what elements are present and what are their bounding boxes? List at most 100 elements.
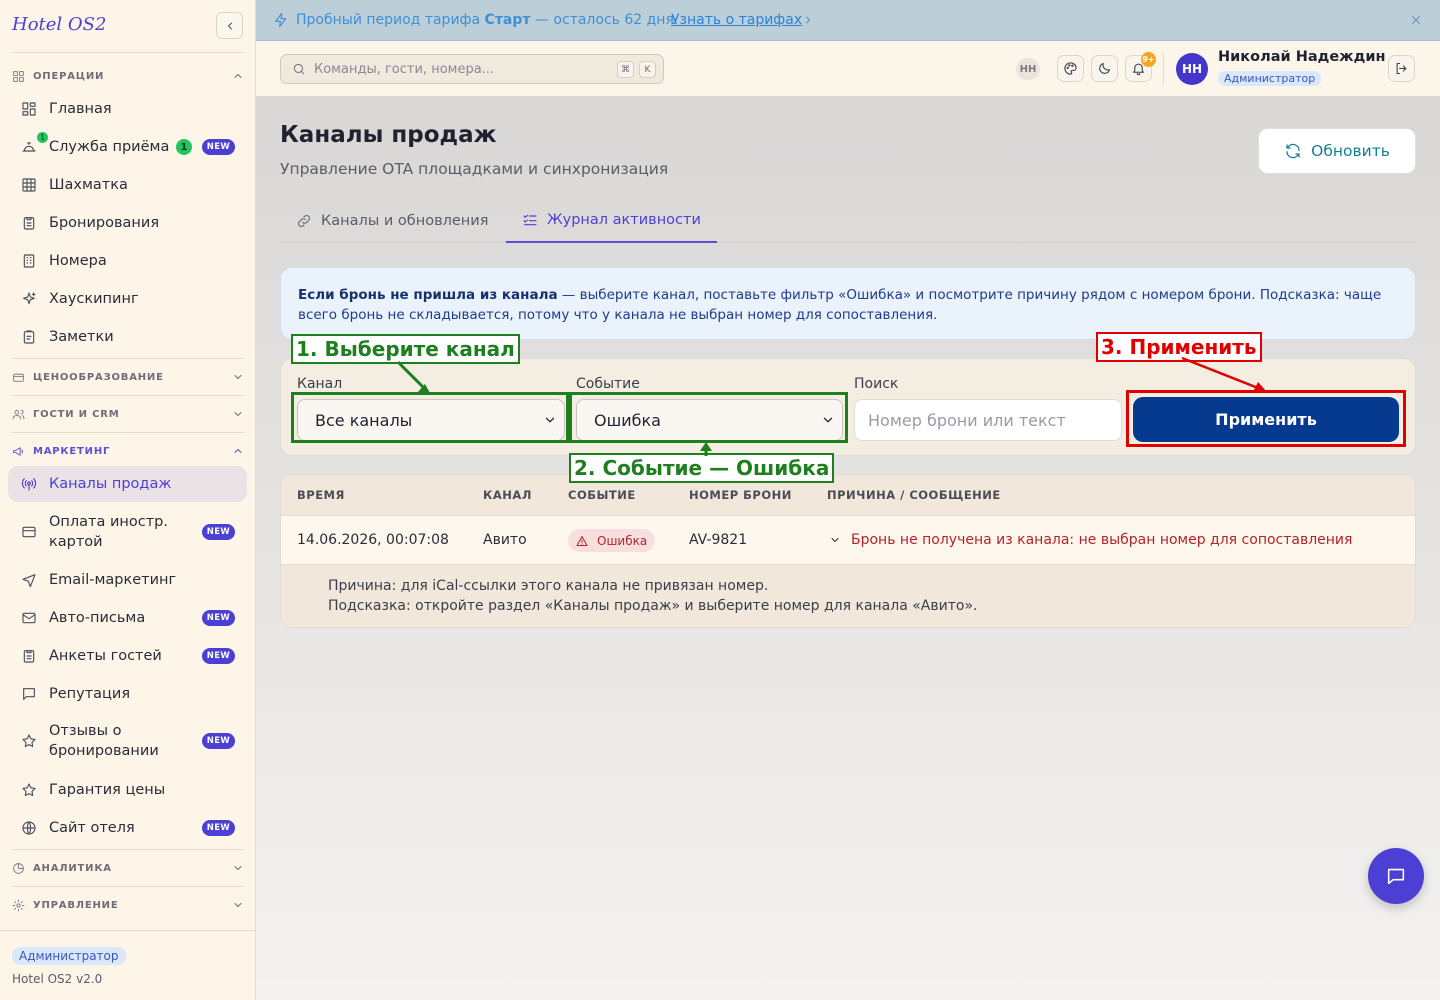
annotation-box-apply: [1126, 390, 1406, 447]
column-header: ПРИЧИНА / СООБЩЕНИЕ: [827, 488, 1001, 502]
gear-icon: [12, 899, 25, 912]
sidebar-item-label: Главная: [49, 101, 112, 117]
logout-icon: [1394, 61, 1410, 76]
channel-label: Канал: [297, 376, 343, 392]
logout-button[interactable]: [1388, 55, 1415, 82]
topbar-divider: [1163, 53, 1164, 85]
count-badge: 1: [176, 139, 192, 155]
sidebar-item-label: Репутация: [49, 686, 131, 702]
link-icon: [296, 213, 312, 229]
booking-search-input[interactable]: Номер брони или текст: [854, 399, 1122, 441]
note-icon: [21, 329, 37, 345]
new-badge: NEW: [201, 139, 235, 155]
cell-channel: Авито: [483, 532, 527, 548]
notification-dot: 1: [37, 132, 48, 143]
section-operations[interactable]: ОПЕРАЦИИ: [12, 67, 244, 85]
sidebar-divider: [12, 849, 244, 850]
sidebar-item-booking-reviews[interactable]: Отзывы о бронировании NEW: [8, 721, 247, 761]
sidebar-item-auto-letters[interactable]: Авто-письма NEW: [8, 605, 247, 631]
bell-desk-icon: [21, 139, 37, 155]
avatar[interactable]: НН: [1176, 53, 1208, 85]
brand-logo[interactable]: Hotel OS2: [12, 14, 106, 35]
user-initials-small[interactable]: НН: [1016, 58, 1040, 80]
sidebar-item-chessboard[interactable]: Шахматка: [8, 172, 247, 198]
table-row[interactable]: 14.06.2026, 00:07:08 Авито Ошибка AV-982…: [281, 515, 1415, 565]
trial-banner: Пробный период тарифа Старт — осталось 6…: [256, 0, 1440, 41]
message-icon: [21, 686, 37, 702]
sidebar-item-label: Сайт отеля: [49, 820, 135, 836]
refresh-label: Обновить: [1311, 142, 1390, 160]
chevron-down-icon[interactable]: [829, 534, 841, 546]
role-badge: Администратор: [12, 947, 126, 965]
column-header: ВРЕМЯ: [297, 488, 345, 502]
sidebar-item-notes[interactable]: Заметки: [8, 324, 247, 350]
plans-link[interactable]: Узнать о тарифах: [671, 12, 802, 28]
search-placeholder: Команды, гости, номера...: [314, 61, 495, 77]
tab-activity-log[interactable]: Журнал активности: [506, 199, 717, 243]
user-role-badge: Администратор: [1218, 71, 1322, 86]
chevron-right-icon: [802, 14, 814, 26]
radio-icon: [21, 476, 37, 492]
tabs: Каналы и обновления Журнал активности: [280, 199, 1416, 243]
moon-icon: [1097, 61, 1113, 76]
column-header: НОМЕР БРОНИ: [689, 488, 792, 502]
globe-icon: [21, 820, 37, 836]
section-marketing[interactable]: МАРКЕТИНГ: [12, 442, 244, 460]
sidebar-item-label: Шахматка: [49, 177, 128, 193]
chat-icon: [1385, 865, 1407, 887]
close-icon[interactable]: [1409, 13, 1423, 27]
refresh-button[interactable]: Обновить: [1258, 128, 1416, 174]
kbd-k: K: [639, 61, 656, 78]
sidebar-item-email-marketing[interactable]: Email-маркетинг: [8, 567, 247, 593]
sidebar-item-foreign-card[interactable]: Оплата иностр. картой NEW: [8, 512, 247, 552]
topbar: Команды, гости, номера... ⌘ K НН 9+ НН Н…: [256, 41, 1440, 97]
sidebar-item-label: Номера: [49, 253, 107, 269]
search-label: Поиск: [854, 376, 899, 392]
chevron-down-icon: [232, 862, 244, 874]
detail-reason: Причина: для iCal-ссылки этого канала не…: [328, 578, 769, 594]
column-header: СОБЫТИЕ: [568, 488, 636, 502]
command-search[interactable]: Команды, гости, номера... ⌘ K: [280, 54, 664, 84]
sidebar-item-rooms[interactable]: Номера: [8, 248, 247, 274]
annotation-step-3: 3. Применить: [1096, 332, 1262, 362]
sidebar-divider: [12, 395, 244, 396]
dashboard-icon: [21, 101, 37, 117]
section-label: УПРАВЛЕНИЕ: [33, 899, 119, 911]
page-title: Каналы продаж: [280, 122, 497, 148]
sidebar-item-hotel-site[interactable]: Сайт отеля NEW: [8, 815, 247, 841]
sidebar-item-sales-channels[interactable]: Каналы продаж: [8, 466, 247, 502]
sidebar-item-reputation[interactable]: Репутация: [8, 681, 247, 707]
sidebar-item-label: Email-маркетинг: [49, 572, 177, 588]
activity-table: ВРЕМЯ КАНАЛ СОБЫТИЕ НОМЕР БРОНИ ПРИЧИНА …: [280, 474, 1416, 628]
section-label: МАРКЕТИНГ: [33, 445, 111, 457]
booking-search-placeholder: Номер брони или текст: [868, 410, 1066, 430]
tab-channels[interactable]: Каналы и обновления: [280, 199, 504, 243]
annotation-box-channel: [291, 392, 569, 443]
users-icon: [12, 408, 25, 421]
dark-mode-button[interactable]: [1091, 55, 1118, 82]
section-management[interactable]: УПРАВЛЕНИЕ: [12, 896, 244, 914]
new-badge: NEW: [201, 610, 235, 626]
chat-button[interactable]: [1368, 848, 1424, 904]
sidebar-item-front-desk[interactable]: 1 Служба приёма 1 NEW: [8, 132, 247, 160]
chart-icon: [12, 862, 25, 875]
theme-palette-button[interactable]: [1057, 55, 1084, 82]
section-analytics[interactable]: АНАЛИТИКА: [12, 859, 244, 877]
section-pricing[interactable]: ЦЕНООБРАЗОВАНИЕ: [12, 368, 244, 386]
sidebar-divider: [12, 52, 244, 53]
grid-icon: [12, 70, 25, 83]
row-detail: Причина: для iCal-ссылки этого канала не…: [328, 576, 977, 616]
star-outline-icon: [21, 782, 37, 798]
collapse-sidebar-button[interactable]: [216, 12, 243, 39]
palette-icon: [1063, 61, 1079, 76]
app-version: Hotel OS2 v2.0: [12, 972, 103, 986]
sidebar-item-home[interactable]: Главная: [8, 96, 247, 122]
sidebar-item-bookings[interactable]: Бронирования: [8, 210, 247, 236]
clipboard-list-icon: [21, 648, 37, 664]
sidebar-item-housekeeping[interactable]: Хаускипинг: [8, 286, 247, 312]
sidebar-item-guest-surveys[interactable]: Анкеты гостей NEW: [8, 643, 247, 669]
annotation-box-event: [569, 392, 848, 443]
sidebar-item-price-guarantee[interactable]: Гарантия цены: [8, 777, 247, 803]
card-icon: [21, 524, 37, 540]
section-guests-crm[interactable]: ГОСТИ И CRM: [12, 405, 244, 423]
